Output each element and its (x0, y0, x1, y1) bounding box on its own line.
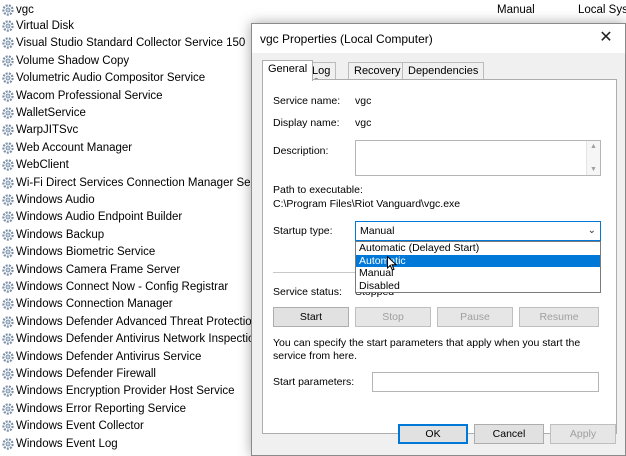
tab-dependencies[interactable]: Dependencies (402, 62, 485, 80)
service-name: Windows Event Collector (16, 420, 144, 433)
section-divider (273, 272, 355, 273)
scroll-up-icon[interactable]: ▲ (590, 143, 597, 150)
service-row-vgc[interactable]: vgc Manual Local Syste (0, 2, 626, 19)
service-name: Wacom Professional Service (16, 89, 163, 102)
pause-button[interactable]: Pause (437, 307, 513, 327)
service-name: Visual Studio Standard Collector Service… (16, 37, 246, 50)
startup-type-label: Startup type: (273, 225, 333, 237)
description-scrollbar[interactable]: ▲ ▼ (586, 141, 600, 175)
startup-type-current: Manual (360, 225, 395, 237)
service-name: Wi-Fi Direct Services Connection Manager… (16, 176, 275, 189)
gear-icon (2, 350, 14, 363)
option-automatic-delayed[interactable]: Automatic (Delayed Start) (356, 242, 600, 255)
gear-icon (2, 420, 14, 432)
service-name: Windows Event Log (16, 437, 118, 450)
gear-icon (2, 72, 14, 84)
display-name-value: vgc (355, 117, 372, 129)
description-label: Description: (273, 145, 329, 157)
service-name: Volumetric Audio Compositor Service (16, 72, 206, 85)
cancel-button[interactable]: Cancel (474, 424, 544, 444)
option-disabled[interactable]: Disabled (356, 280, 600, 293)
description-textbox[interactable]: ▲ ▼ (355, 140, 601, 176)
gear-icon (2, 316, 14, 328)
service-log-on-as: Local Syste (578, 4, 626, 16)
service-name: Windows Biometric Service (16, 246, 156, 259)
gear-icon (2, 211, 14, 224)
stop-button[interactable]: Stop (355, 307, 431, 327)
service-name: Windows Camera Frame Server (16, 263, 181, 276)
gear-icon (2, 4, 14, 16)
gear-icon (2, 124, 14, 137)
service-name: WebClient (16, 159, 69, 172)
gear-icon (2, 403, 14, 415)
service-name: Windows Encryption Provider Host Service (16, 385, 235, 398)
gear-icon (2, 37, 14, 50)
gear-icon (2, 368, 14, 380)
gear-icon (2, 298, 14, 311)
gear-icon (2, 20, 14, 32)
gear-icon (2, 55, 14, 67)
start-params-hint: You can specify the start parameters tha… (273, 337, 581, 362)
general-tab-panel: Service name: vgc Display name: vgc Desc… (262, 79, 617, 434)
gear-icon (2, 89, 14, 102)
tab-recovery[interactable]: Recovery (348, 62, 407, 80)
service-name: Windows Defender Antivirus Service (16, 350, 202, 363)
service-name: Windows Backup (16, 228, 105, 241)
startup-type-select[interactable]: Manual ⌄ (355, 221, 601, 241)
services-list-selected-row[interactable]: vgc Manual Local Syste (0, 0, 626, 20)
properties-dialog: vgc Properties (Local Computer) ✕ Genera… (251, 23, 626, 456)
gear-icon (2, 246, 14, 258)
chevron-down-icon[interactable]: ⌄ (588, 225, 596, 236)
mouse-pointer-icon (387, 256, 397, 271)
service-status-label: Service status: (273, 286, 342, 298)
start-params-label: Start parameters: (273, 376, 355, 388)
gear-icon (2, 281, 14, 293)
service-name: Web Account Manager (16, 141, 133, 154)
gear-icon (2, 176, 14, 189)
service-name-label: Service name: (273, 95, 341, 107)
path-value: C:\Program Files\Riot Vanguard\vgc.exe (273, 198, 461, 210)
service-name: vgc (16, 4, 34, 16)
service-name: Windows Audio (16, 194, 95, 206)
service-name: Virtual Disk (16, 20, 74, 32)
gear-icon (2, 385, 14, 398)
gear-icon (2, 194, 14, 206)
apply-button[interactable]: Apply (550, 424, 616, 444)
service-name: WarpJITSvc (16, 124, 79, 137)
start-params-input[interactable] (372, 372, 599, 392)
service-name: Windows Audio Endpoint Builder (16, 211, 183, 224)
gear-icon (2, 437, 14, 450)
service-name: WalletService (16, 107, 86, 119)
tab-general[interactable]: General (262, 60, 314, 81)
service-name: Volume Shadow Copy (16, 54, 130, 67)
service-name: Windows Defender Firewall (16, 368, 156, 380)
display-name-label: Display name: (273, 117, 340, 129)
start-button[interactable]: Start (273, 307, 349, 327)
gear-icon (2, 333, 14, 345)
gear-icon (2, 263, 14, 276)
dialog-titlebar[interactable]: vgc Properties (Local Computer) ✕ (252, 24, 625, 53)
service-name: Windows Error Reporting Service (16, 402, 187, 415)
path-label: Path to executable: (273, 184, 363, 196)
gear-icon (2, 159, 14, 171)
service-name: Windows Connect Now - Config Registrar (16, 281, 229, 293)
resume-button[interactable]: Resume (519, 307, 599, 327)
gear-icon (2, 107, 14, 119)
gear-icon (2, 229, 14, 241)
service-startup-type: Manual (497, 4, 535, 16)
service-name: Windows Connection Manager (16, 298, 173, 311)
close-icon[interactable]: ✕ (595, 28, 617, 48)
scroll-down-icon[interactable]: ▼ (590, 166, 597, 173)
dialog-title: vgc Properties (Local Computer) (260, 32, 433, 46)
service-name-value: vgc (355, 95, 372, 107)
ok-button[interactable]: OK (398, 424, 468, 444)
gear-icon (2, 142, 14, 154)
